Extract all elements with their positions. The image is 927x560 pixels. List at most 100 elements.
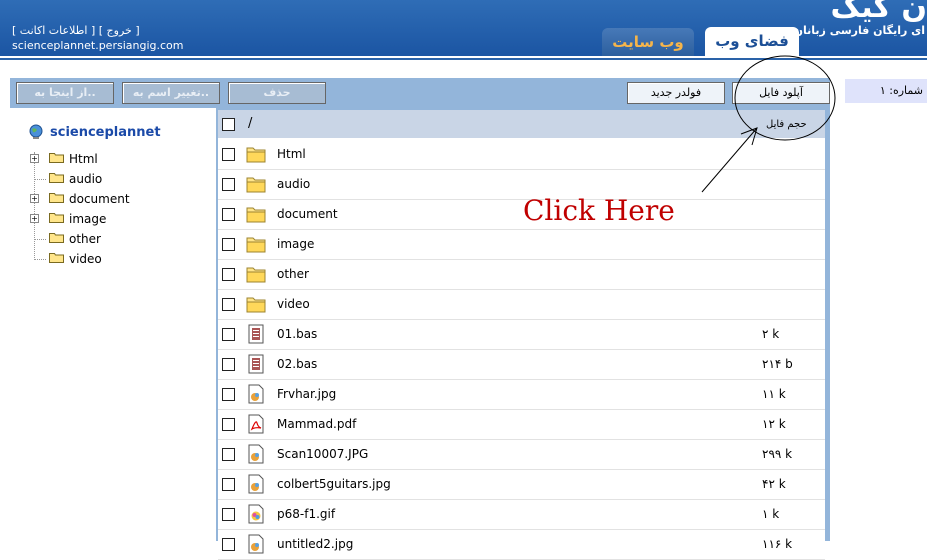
- folder-icon: [246, 144, 266, 164]
- file-row[interactable]: p68-f1.gif ۱ k: [218, 499, 825, 530]
- folder-icon: [246, 294, 266, 314]
- file-row[interactable]: other: [218, 259, 825, 290]
- file-name[interactable]: Scan10007.JPG: [277, 447, 368, 461]
- delete-button[interactable]: حذف: [228, 82, 326, 104]
- file-row[interactable]: Scan10007.JPG ۲۹۹ k: [218, 439, 825, 470]
- file-name[interactable]: audio: [277, 177, 310, 191]
- file-listing-body: / حجم فایل Html audio document image other vi…: [218, 110, 825, 560]
- file-name[interactable]: Mammad.pdf: [277, 417, 356, 431]
- row-checkbox[interactable]: [222, 148, 235, 161]
- folder-tree: scienceplannet + Html audio + document + image…: [10, 108, 216, 541]
- tree-item-label: audio: [69, 172, 103, 186]
- file-name[interactable]: Html: [277, 147, 306, 161]
- file-row[interactable]: 01.bas ۲ k: [218, 319, 825, 350]
- header-bar: [ اطلاعات اکانت ] [ خروج ] scienceplanne…: [0, 0, 927, 57]
- folder-icon: [49, 233, 64, 243]
- folder-icon: [246, 264, 266, 284]
- copy-to-button[interactable]: از اینجا به..: [16, 82, 114, 104]
- folder-icon: [49, 253, 64, 263]
- file-size: ۲۹۹ k: [762, 447, 793, 461]
- page-indicator-label: شماره: ۱: [879, 84, 923, 97]
- row-checkbox[interactable]: [222, 298, 235, 311]
- expand-toggle-icon[interactable]: +: [30, 194, 39, 203]
- file-listing: / حجم فایل Html audio document image other vi…: [216, 108, 830, 560]
- folder-icon: [49, 193, 64, 203]
- right-panel: [830, 60, 927, 541]
- row-checkbox[interactable]: [222, 238, 235, 251]
- file-size: ۱۱ k: [762, 387, 786, 401]
- file-row[interactable]: audio: [218, 169, 825, 200]
- pdf-file-icon: [246, 414, 266, 434]
- tree-branch-line: [34, 179, 46, 180]
- file-size: ۱۱۶ k: [762, 537, 793, 551]
- file-row[interactable]: colbert5guitars.jpg ۴۲ k: [218, 469, 825, 500]
- row-checkbox[interactable]: [222, 478, 235, 491]
- file-name[interactable]: 01.bas: [277, 327, 317, 341]
- file-row[interactable]: 02.bas ۲۱۴ b: [218, 349, 825, 380]
- tab-webspace[interactable]: فضای وب: [705, 27, 799, 57]
- file-row[interactable]: untitled2.jpg ۱۱۶ k: [218, 529, 825, 560]
- file-name[interactable]: other: [277, 267, 309, 281]
- expand-toggle-icon[interactable]: +: [30, 154, 39, 163]
- tree-branch-line: [34, 239, 46, 240]
- row-checkbox[interactable]: [222, 178, 235, 191]
- file-name[interactable]: p68-f1.gif: [277, 507, 335, 521]
- expand-toggle-icon[interactable]: +: [30, 214, 39, 223]
- tab-website[interactable]: وب سایت: [602, 28, 694, 56]
- new-folder-button[interactable]: فولدر جدید: [627, 82, 725, 104]
- file-name[interactable]: Frvhar.jpg: [277, 387, 336, 401]
- gif-file-icon: [246, 504, 266, 524]
- file-row[interactable]: image: [218, 229, 825, 260]
- annotation-text: Click Here: [523, 194, 675, 227]
- size-column-header[interactable]: حجم فایل: [766, 119, 807, 130]
- bas-file-icon: [246, 324, 266, 344]
- row-checkbox[interactable]: [222, 538, 235, 551]
- row-checkbox[interactable]: [222, 508, 235, 521]
- row-checkbox[interactable]: [222, 418, 235, 431]
- upload-file-button[interactable]: آپلود فایل: [732, 82, 830, 104]
- toolbar: از اینجا به.. تغییر اسم به.. حذف فولدر ج…: [10, 78, 830, 108]
- folder-icon: [246, 234, 266, 254]
- rename-button[interactable]: تغییر اسم به..: [122, 82, 220, 104]
- image-file-icon: [246, 474, 266, 494]
- account-links[interactable]: [ اطلاعات اکانت ] [ خروج ]: [12, 24, 140, 37]
- row-checkbox[interactable]: [222, 358, 235, 371]
- file-name[interactable]: colbert5guitars.jpg: [277, 477, 391, 491]
- file-size: ۱ k: [762, 507, 780, 521]
- image-file-icon: [246, 444, 266, 464]
- row-checkbox[interactable]: [222, 448, 235, 461]
- file-name[interactable]: untitled2.jpg: [277, 537, 353, 551]
- image-file-icon: [246, 534, 266, 554]
- header-underline: [0, 58, 927, 60]
- row-checkbox[interactable]: [222, 268, 235, 281]
- site-tagline: ای رایگان فارسی زبانان: [793, 24, 925, 37]
- tree-item-label: image: [69, 212, 107, 226]
- row-checkbox[interactable]: [222, 328, 235, 341]
- file-row[interactable]: video: [218, 289, 825, 320]
- file-row[interactable]: Html: [218, 139, 825, 170]
- select-all-checkbox[interactable]: [222, 118, 235, 131]
- file-name[interactable]: image: [277, 237, 314, 251]
- file-size: ۲۱۴ b: [762, 357, 793, 371]
- file-row[interactable]: Frvhar.jpg ۱۱ k: [218, 379, 825, 410]
- bas-file-icon: [246, 354, 266, 374]
- folder-icon: [49, 173, 64, 183]
- current-path: /: [248, 116, 253, 131]
- file-size: ۴۲ k: [762, 477, 786, 491]
- row-checkbox[interactable]: [222, 388, 235, 401]
- file-row[interactable]: Mammad.pdf ۱۲ k: [218, 409, 825, 440]
- folder-icon: [246, 204, 266, 224]
- file-name[interactable]: video: [277, 297, 310, 311]
- file-row[interactable]: document: [218, 199, 825, 230]
- tree-connector: [34, 152, 35, 260]
- folder-icon: [246, 174, 266, 194]
- folder-icon: [49, 153, 64, 163]
- file-name[interactable]: document: [277, 207, 338, 221]
- page-indicator: شماره: ۱: [845, 79, 927, 103]
- site-logo[interactable]: ن گیگ: [831, 0, 927, 25]
- file-name[interactable]: 02.bas: [277, 357, 317, 371]
- row-checkbox[interactable]: [222, 208, 235, 221]
- folder-icon: [49, 213, 64, 223]
- listing-header: / حجم فایل: [218, 110, 825, 138]
- tree-item-label: Html: [69, 152, 98, 166]
